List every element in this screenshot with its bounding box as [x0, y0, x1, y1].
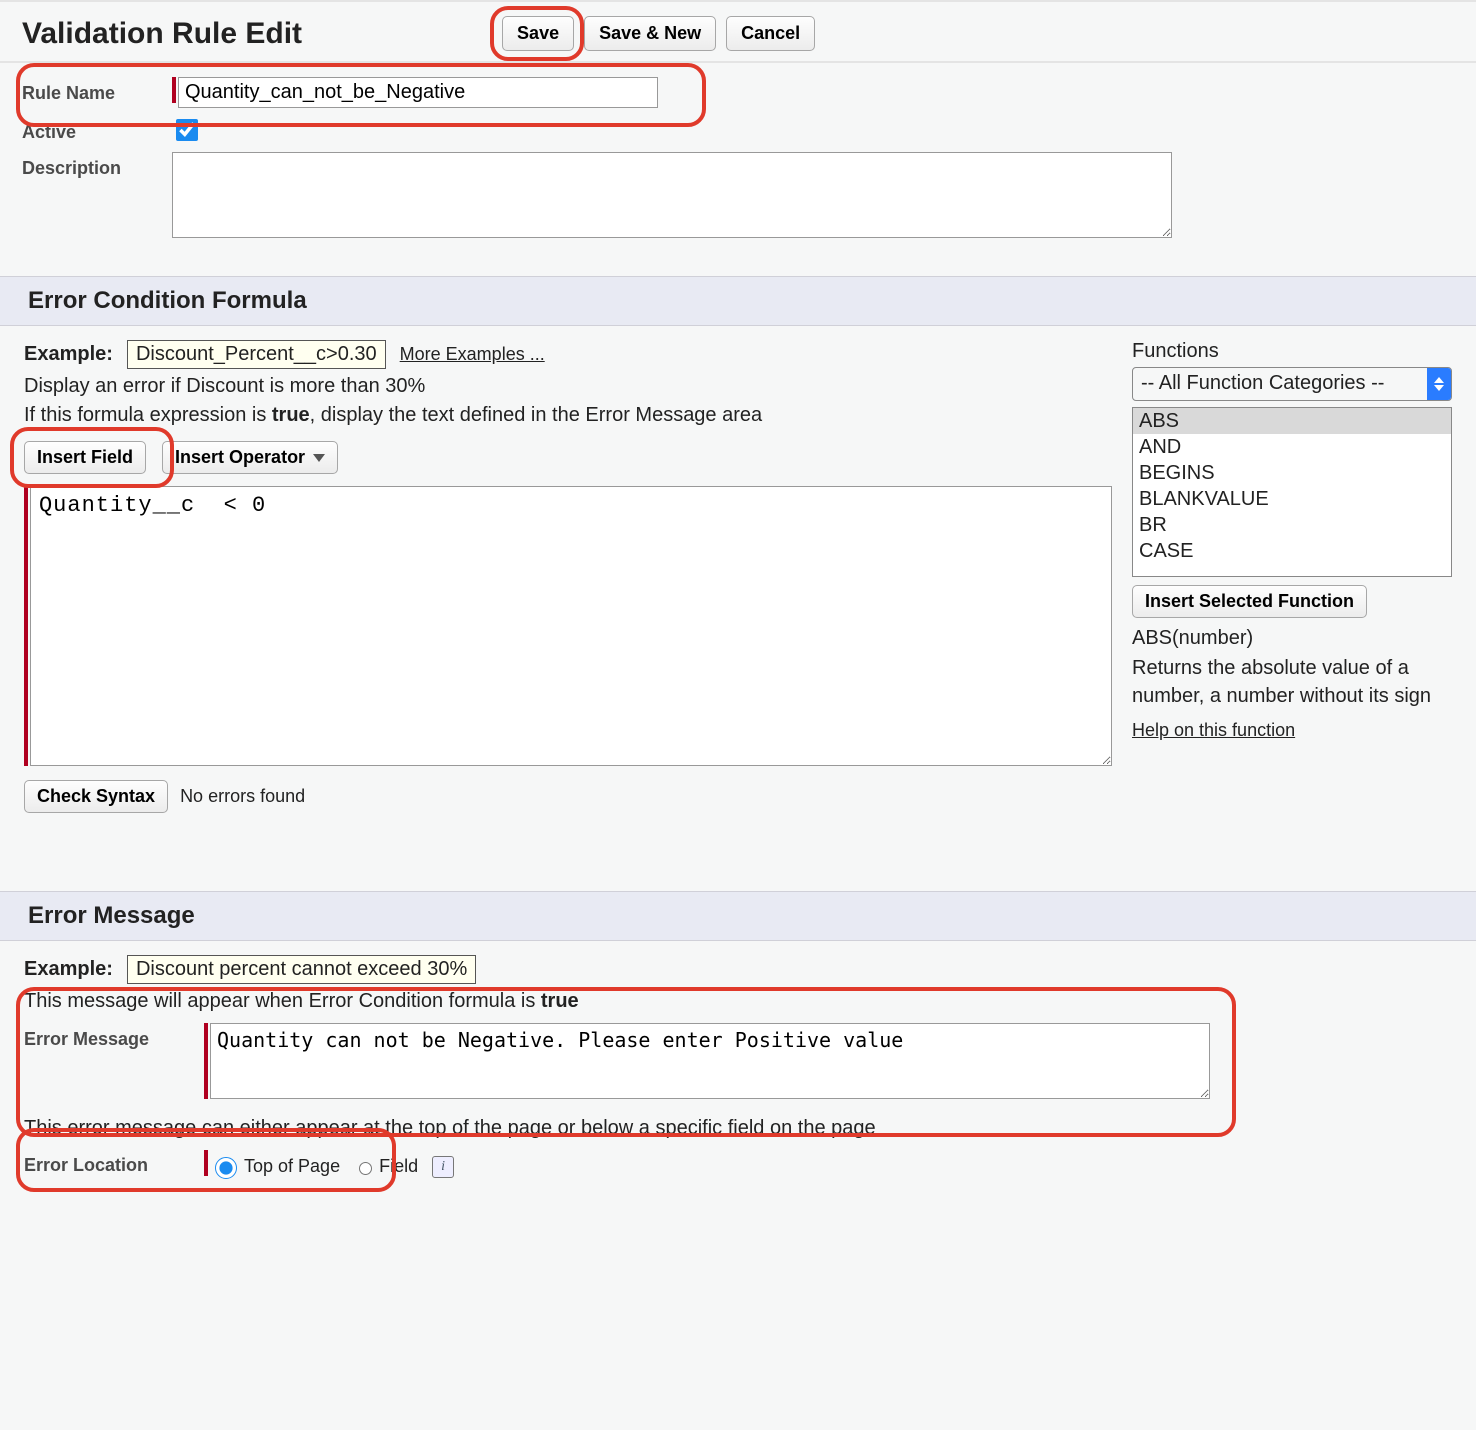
function-item[interactable]: ABS: [1133, 408, 1451, 434]
required-indicator: [24, 486, 28, 766]
message-section-heading: Error Message: [0, 891, 1476, 941]
required-indicator: [172, 77, 176, 103]
description-label: Description: [22, 152, 172, 179]
message-appear-hint: This message will appear when Error Cond…: [24, 990, 1452, 1013]
description-textarea[interactable]: [172, 152, 1172, 238]
message-example-text: Discount percent cannot exceed 30%: [127, 955, 476, 984]
formula-example-hint: Display an error if Discount is more tha…: [24, 375, 1112, 398]
function-item[interactable]: BLANKVALUE: [1133, 486, 1451, 512]
rule-name-input[interactable]: [178, 77, 658, 108]
rule-name-label: Rule Name: [22, 77, 172, 104]
select-arrows-icon: [1427, 368, 1451, 400]
active-label: Active: [22, 116, 172, 143]
active-checkbox[interactable]: [176, 119, 198, 141]
insert-field-button[interactable]: Insert Field: [24, 441, 146, 474]
function-item[interactable]: BEGINS: [1133, 460, 1451, 486]
top-of-page-radio[interactable]: [215, 1157, 237, 1179]
formula-textarea[interactable]: Quantity__c < 0: [30, 486, 1112, 766]
function-item[interactable]: CASE: [1133, 538, 1451, 564]
location-hint: This error message can either appear at …: [24, 1117, 1452, 1140]
formula-true-hint: If this formula expression is true, disp…: [24, 404, 1112, 427]
page-title: Validation Rule Edit: [22, 17, 302, 51]
required-indicator: [204, 1023, 208, 1099]
top-of-page-label: Top of Page: [244, 1156, 340, 1177]
error-message-label: Error Message: [24, 1023, 204, 1050]
formula-example-code: Discount_Percent__c>0.30: [127, 340, 386, 369]
functions-label: Functions: [1132, 340, 1452, 363]
function-item[interactable]: AND: [1133, 434, 1451, 460]
field-label: Field: [379, 1156, 418, 1177]
field-radio[interactable]: [359, 1162, 372, 1175]
insert-operator-button[interactable]: Insert Operator: [162, 441, 338, 474]
info-icon[interactable]: i: [432, 1156, 454, 1178]
function-category-select[interactable]: -- All Function Categories --: [1132, 367, 1452, 401]
function-item[interactable]: BR: [1133, 512, 1451, 538]
cancel-button[interactable]: Cancel: [726, 16, 815, 51]
save-button[interactable]: Save: [502, 16, 574, 51]
formula-section-heading: Error Condition Formula: [0, 276, 1476, 326]
required-indicator: [204, 1150, 208, 1176]
more-examples-link[interactable]: More Examples ...: [400, 344, 545, 365]
save-and-new-button[interactable]: Save & New: [584, 16, 716, 51]
error-location-label: Error Location: [24, 1149, 204, 1176]
function-help-link[interactable]: Help on this function: [1132, 720, 1295, 740]
insert-selected-function-button[interactable]: Insert Selected Function: [1132, 585, 1367, 618]
formula-example-label: Example:: [24, 343, 113, 366]
message-example-label: Example:: [24, 958, 113, 981]
chevron-down-icon: [313, 454, 325, 462]
function-description: Returns the absolute value of a number, …: [1132, 657, 1431, 707]
check-syntax-button[interactable]: Check Syntax: [24, 780, 168, 813]
syntax-result: No errors found: [180, 786, 305, 807]
function-signature: ABS(number): [1132, 624, 1452, 652]
function-list[interactable]: ABS AND BEGINS BLANKVALUE BR CASE: [1132, 407, 1452, 577]
error-message-textarea[interactable]: Quantity can not be Negative. Please ent…: [210, 1023, 1210, 1099]
